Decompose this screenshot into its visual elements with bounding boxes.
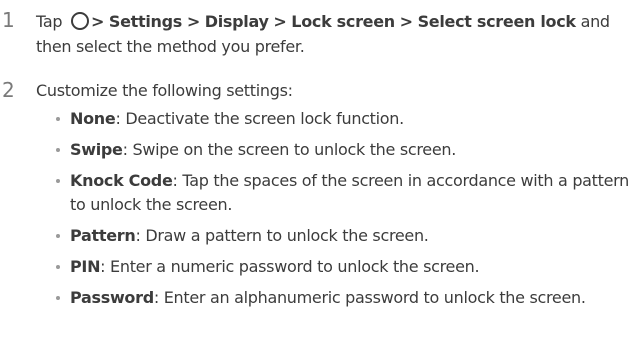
bullet-icon bbox=[56, 179, 60, 183]
path-item-display: Display bbox=[204, 12, 269, 31]
instruction-page: 1 Tap > Settings > Display > Lock screen… bbox=[0, 0, 641, 352]
path-separator: > bbox=[186, 12, 200, 31]
step-number: 2 bbox=[2, 78, 15, 102]
option-term: Password bbox=[70, 288, 154, 307]
option-desc: : Swipe on the screen to unlock the scre… bbox=[122, 140, 457, 159]
list-item-none: None: Deactivate the screen lock functio… bbox=[56, 107, 639, 131]
step-2: 2 Customize the following settings: bbox=[0, 79, 641, 105]
option-term: PIN bbox=[70, 257, 101, 276]
path-separator: > bbox=[90, 12, 105, 31]
option-desc: : Enter an alphanumeric password to unlo… bbox=[153, 288, 586, 307]
path-item-select-screen-lock: Select screen lock bbox=[417, 12, 576, 31]
home-button-icon bbox=[70, 12, 89, 30]
path-item-settings: Settings bbox=[108, 12, 183, 31]
bullet-icon bbox=[56, 148, 60, 152]
option-term: Swipe bbox=[70, 140, 123, 159]
bullet-icon bbox=[56, 265, 60, 269]
option-desc: : Deactivate the screen lock function. bbox=[115, 109, 404, 128]
path-separator: > bbox=[273, 12, 287, 31]
path-item-lock-screen: Lock screen bbox=[291, 12, 395, 31]
path-separator: > bbox=[399, 12, 413, 31]
step-number: 1 bbox=[2, 8, 15, 32]
step-text: Customize the following settings: bbox=[36, 81, 293, 100]
option-desc: : Draw a pattern to unlock the screen. bbox=[135, 226, 429, 245]
list-item-swipe: Swipe: Swipe on the screen to unlock the… bbox=[56, 138, 639, 162]
list-item-pin: PIN: Enter a numeric password to unlock … bbox=[56, 255, 639, 279]
step-text: Tap > Settings > Display > Lock screen >… bbox=[36, 9, 639, 59]
list-item-pattern: Pattern: Draw a pattern to unlock the sc… bbox=[56, 224, 639, 248]
bullet-icon bbox=[56, 117, 60, 121]
bullet-icon bbox=[56, 296, 60, 300]
list-item-password: Password: Enter an alphanumeric password… bbox=[56, 286, 639, 310]
list-item-knock-code: Knock Code: Tap the spaces of the screen… bbox=[56, 169, 639, 217]
option-term: Pattern bbox=[70, 226, 136, 245]
option-desc: : Enter a numeric password to unlock the… bbox=[100, 257, 480, 276]
bullet-icon bbox=[56, 234, 60, 238]
option-term: None bbox=[70, 109, 116, 128]
step-prefix: Tap bbox=[36, 12, 63, 31]
option-term: Knock Code bbox=[70, 171, 173, 190]
step-1: 1 Tap > Settings > Display > Lock screen… bbox=[0, 9, 641, 61]
